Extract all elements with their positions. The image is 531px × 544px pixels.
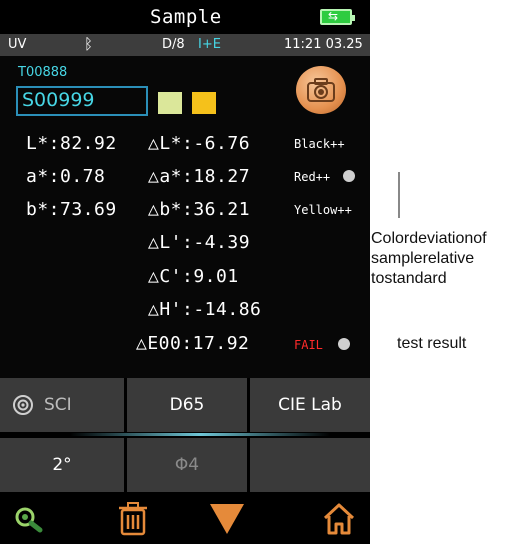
annotation-line [398,172,400,218]
page-title: Sample [150,6,222,28]
delete-button[interactable] [118,502,148,540]
result-annotation: test result [397,335,467,352]
bottom-toolbar [0,492,370,544]
search-icon [15,507,43,533]
settings-grid: SCI D65 CIE Lab 2° Φ4 [0,378,370,492]
delta-l-prime-value: △L':-4.39 [148,232,251,253]
empty-cell [250,438,370,492]
camera-icon [307,78,335,102]
b-value: b*:73.69 [26,199,117,220]
uv-mode: UV [8,37,27,52]
deviation-a-dot [343,170,355,182]
clock: 11:21 03.25 [284,37,363,52]
title-bar: Sample ⇆ [0,0,370,34]
result-dot [338,338,350,350]
battery-icon: ⇆ [320,9,355,25]
home-button[interactable] [322,502,356,540]
observer-label: 2° [52,455,72,475]
home-icon [323,503,355,535]
illuminant-label: D65 [169,395,205,415]
search-button[interactable] [14,506,48,538]
color-space-button[interactable]: CIE Lab [250,378,370,432]
observer-button[interactable]: 2° [0,438,124,492]
deviation-annotation: Colordeviationof samplerelative tostanda… [371,230,487,287]
deviation-b-label: Yellow++ [294,203,352,217]
geometry-label: D/8 [162,37,185,52]
triangle-down-icon [210,504,244,534]
sci-button[interactable]: SCI [0,378,124,432]
device-screen: Sample ⇆ UV ᛒ D/8 I+E 11:21 03.25 T00888… [0,0,370,544]
sample-name-field[interactable]: S00999 [16,86,148,116]
sample-color-swatch [192,92,216,114]
a-value: a*:0.78 [26,166,106,187]
trash-icon [119,502,147,536]
aperture-button[interactable]: Φ4 [127,438,247,492]
delta-e00-value: △E00:17.92 [136,333,250,354]
measure-button[interactable] [208,502,246,540]
status-bar: UV ᛒ D/8 I+E 11:21 03.25 [0,34,370,56]
color-space-label: CIE Lab [278,395,342,415]
result-label: FAIL [294,338,323,352]
sample-code: S00999 [22,89,95,111]
spec-mode-label: I+E [198,37,221,52]
bluetooth-icon: ᛒ [84,35,94,53]
sci-label: SCI [44,395,72,415]
standard-color-swatch [158,92,182,114]
measurement-panel: T00888 S00999 L*:82.92 a*:0.78 b*:73.69 … [0,56,370,378]
divider-glow [70,433,330,436]
delta-b-value: △b*:36.21 [148,199,251,220]
illuminant-button[interactable]: D65 [127,378,247,432]
delta-h-prime-value: △H':-14.86 [148,299,262,320]
spectral-mode-icon [13,395,33,415]
l-value: L*:82.92 [26,133,117,154]
aperture-label: Φ4 [174,455,200,475]
deviation-a-label: Red++ [294,170,331,184]
deviation-l-label: Black++ [294,137,345,151]
delta-l-value: △L*:-6.76 [148,133,251,154]
camera-button[interactable] [296,66,346,114]
delta-a-value: △a*:18.27 [148,166,251,187]
delta-c-prime-value: △C':9.01 [148,266,239,287]
standard-code: T00888 [18,65,68,80]
